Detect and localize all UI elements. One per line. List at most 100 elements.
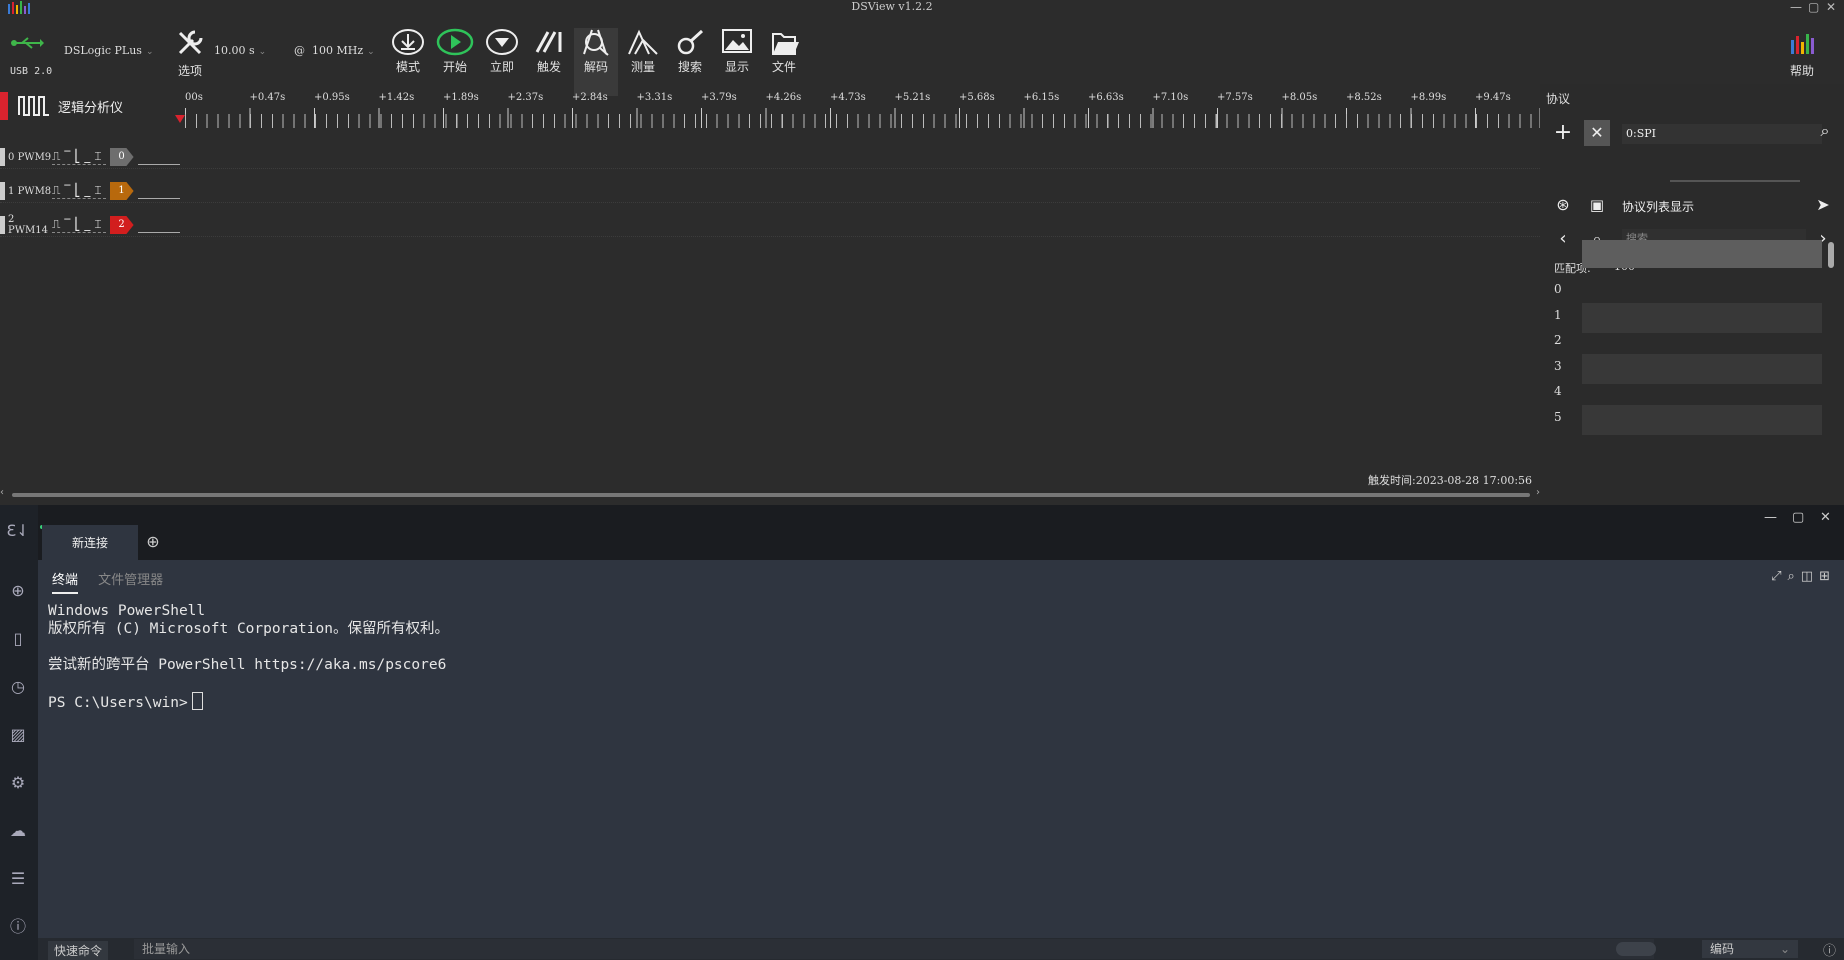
image-icon[interactable]: ▨ [6, 723, 30, 747]
save-icon[interactable]: ▣ [1584, 192, 1610, 218]
batch-input[interactable]: 批量输入 [134, 939, 1654, 959]
window-title: DSView v1.2.2 [851, 0, 933, 13]
list-icon[interactable]: ☰ [6, 867, 30, 891]
any-edge-icon[interactable]: ⌶ [94, 217, 105, 231]
falling-edge-icon[interactable]: ⎣ [74, 183, 84, 197]
low-level-icon[interactable]: _ [84, 217, 94, 231]
terminal-minimize-button[interactable]: — [1764, 510, 1777, 525]
output-line: 尝试新的跨平台 PowerShell https://aka.ms/pscore… [48, 657, 447, 673]
channel-badge[interactable]: 2 [109, 216, 134, 234]
split-grid-icon[interactable]: ⊞ [1819, 569, 1836, 584]
protocol-scrollbar[interactable] [1828, 242, 1834, 268]
fullscreen-icon[interactable]: ⤢ [1771, 569, 1787, 584]
search-label: 搜索 [677, 60, 702, 74]
waveform-icon [18, 96, 49, 116]
rising-edge-icon[interactable]: ⎍ [52, 149, 64, 163]
minimize-button[interactable]: — [1790, 0, 1802, 14]
low-level-icon[interactable]: _ [84, 149, 94, 163]
instant-button[interactable]: 立即 [480, 28, 524, 75]
samplerate-select[interactable]: 100 MHz ⌄ [312, 44, 375, 57]
rising-edge-icon[interactable]: ⎍ [52, 217, 64, 231]
add-tab-icon[interactable]: ⊕ [142, 531, 164, 553]
terminal-maximize-button[interactable]: ▢ [1792, 510, 1804, 525]
mode-button[interactable]: 模式 [386, 28, 430, 75]
protocol-search-icon[interactable]: ⌕ [1812, 118, 1838, 144]
falling-edge-icon[interactable]: ⎣ [74, 217, 84, 231]
scroll-left-icon[interactable]: ‹ [0, 487, 4, 498]
logic-analyzer-tab[interactable]: 逻辑分析仪 [0, 92, 123, 120]
channel-badge[interactable]: 1 [109, 182, 134, 200]
info-icon[interactable]: ⓘ [1823, 940, 1836, 959]
usb-version: USB 2.0 [10, 66, 53, 77]
channel-row[interactable]: 2 PWM14 ⎍‾⎣_⌶ 2 [0, 214, 240, 236]
maximize-button[interactable]: ▢ [1808, 0, 1819, 14]
add-protocol-icon[interactable]: + [1550, 120, 1576, 146]
high-level-icon[interactable]: ‾ [64, 217, 74, 231]
tab-terminal[interactable]: 终端 [52, 573, 79, 594]
trigger-options[interactable]: ⎍‾⎣_⌶ [52, 149, 106, 165]
encoding-select[interactable]: 编码 ⌄ [1702, 940, 1798, 958]
channel-handle[interactable] [0, 216, 5, 234]
protocol-select[interactable]: 0:SPI [1622, 124, 1822, 144]
channel-badge[interactable]: 0 [109, 148, 134, 166]
low-level-icon[interactable]: _ [84, 183, 94, 197]
file-button[interactable]: 文件 [762, 28, 806, 75]
close-button[interactable]: ✕ [1826, 0, 1836, 14]
search-button[interactable]: 搜索 [668, 28, 712, 75]
device-select[interactable]: DSLogic PLus ⌄ [64, 44, 153, 57]
trigger-label: 触发 [536, 60, 561, 74]
protocol-row[interactable] [1582, 353, 1822, 384]
duration-select[interactable]: 10.00 s ⌄ [214, 44, 266, 57]
tab-file-manager[interactable]: 文件管理器 [98, 573, 163, 588]
trigger-options[interactable]: ⎍‾⎣_⌶ [52, 183, 106, 199]
chevron-down-icon: ⌄ [367, 47, 375, 57]
terminal-close-button[interactable]: ✕ [1820, 510, 1831, 525]
decode-button[interactable]: 解码 [574, 28, 618, 96]
prev-icon[interactable]: ‹ [1550, 226, 1576, 252]
channel-row[interactable]: 0 PWM9 ⎍‾⎣_⌶ 0 [0, 146, 240, 168]
history-icon[interactable]: ◷ [6, 675, 30, 699]
encoding-label: 编码 [1710, 942, 1735, 956]
any-edge-icon[interactable]: ⌶ [94, 183, 105, 197]
new-connection-icon[interactable]: ⊕ [6, 579, 30, 603]
rising-edge-icon[interactable]: ⎍ [52, 183, 64, 197]
quick-command-button[interactable]: 快速命令 [48, 941, 109, 960]
panel-splitter[interactable] [1670, 180, 1800, 182]
measure-button[interactable]: 测量 [621, 28, 665, 75]
channel-handle[interactable] [0, 148, 5, 166]
tab-new-connection[interactable]: 新连接 [42, 525, 138, 560]
channel-row[interactable]: 1 PWM8 ⎍‾⎣_⌶ 1 [0, 180, 240, 202]
settings-circle-icon[interactable]: ⊛ [1550, 192, 1576, 218]
split-vertical-icon[interactable]: ◫ [1801, 569, 1819, 584]
options-button[interactable]: 选项 [172, 28, 208, 79]
start-button[interactable]: 开始 [433, 28, 477, 75]
output-line: 版权所有 (C) Microsoft Corporation。保留所有权利。 [48, 621, 449, 637]
trigger-options[interactable]: ⎍‾⎣_⌶ [52, 217, 106, 233]
scrollbar-thumb[interactable] [12, 493, 1530, 497]
toggle-switch[interactable] [1616, 942, 1656, 956]
horizontal-scrollbar[interactable]: ‹ › [0, 487, 1540, 501]
duration-value: 10.00 s [214, 44, 255, 57]
falling-edge-icon[interactable]: ⎣ [74, 149, 84, 163]
signal-line [137, 231, 180, 233]
signal-line [137, 197, 180, 199]
remove-protocol-icon[interactable]: ✕ [1584, 120, 1610, 146]
terminal-output[interactable]: Windows PowerShell 版权所有 (C) Microsoft Co… [48, 602, 449, 712]
channel-handle[interactable] [0, 182, 5, 200]
cursor-marker-icon[interactable] [175, 115, 185, 123]
protocol-list-title: 协议列表显示 [1622, 200, 1695, 214]
cloud-sync-icon[interactable]: ☁ [6, 819, 30, 843]
protocol-row[interactable] [1582, 302, 1822, 333]
navigate-icon[interactable]: ➤ [1810, 192, 1836, 218]
help-button[interactable]: 帮助 [1782, 28, 1822, 79]
protocol-row[interactable] [1582, 405, 1822, 435]
high-level-icon[interactable]: ‾ [64, 149, 74, 163]
info-icon[interactable]: ⓘ [6, 915, 30, 939]
trigger-button[interactable]: 触发 [527, 28, 571, 75]
search-icon[interactable]: ⌕ [1788, 569, 1801, 584]
bookmark-icon[interactable]: ▯ [6, 627, 30, 651]
any-edge-icon[interactable]: ⌶ [94, 149, 105, 163]
display-button[interactable]: 显示 [715, 28, 759, 75]
settings-icon[interactable]: ⚙ [6, 771, 30, 795]
high-level-icon[interactable]: ‾ [64, 183, 74, 197]
